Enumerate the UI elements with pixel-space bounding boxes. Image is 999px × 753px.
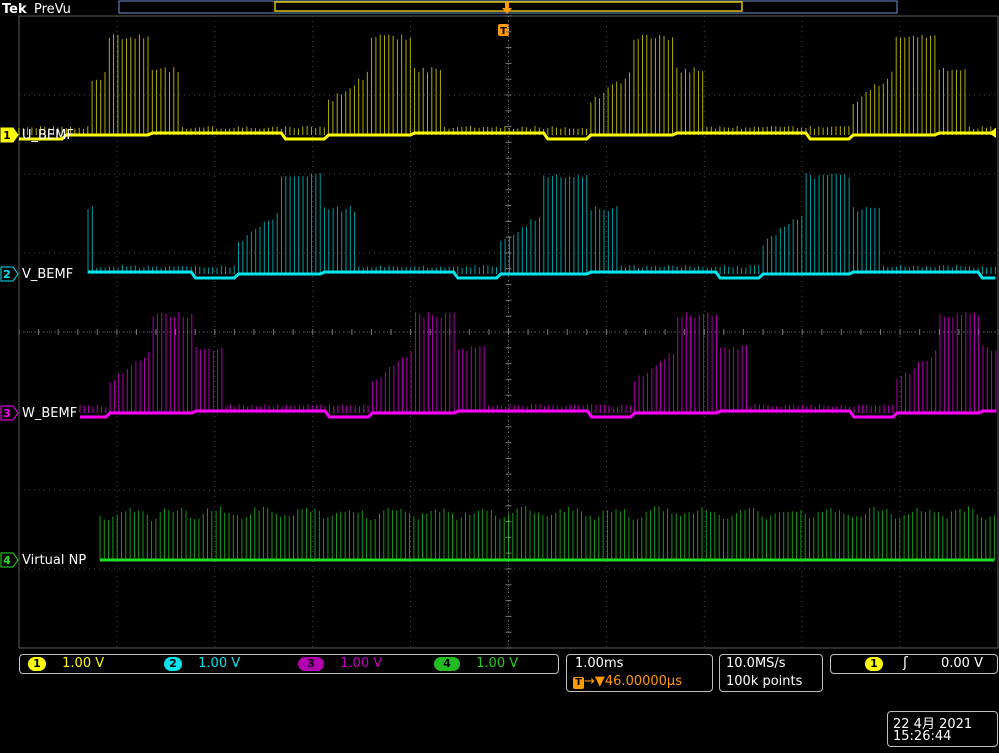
ch3-label[interactable]: 3 W_BEMF: [0, 405, 77, 421]
trigger-panel[interactable]: 1 ʃ 0.00 V: [830, 654, 998, 674]
ch2-badge: 2: [164, 656, 182, 671]
sample-rate: 10.0MS/s: [726, 656, 786, 671]
time-display: 15:26:44: [893, 729, 952, 744]
waveform-display: Tek PreVu T 1 U_BEMF2 V_BEMF3 W_BEMF4 Virtua…: [0, 0, 999, 649]
pwm-spikes: [18, 34, 996, 135]
ch4-marker-number: 4: [3, 554, 11, 567]
ch4-scale[interactable]: 4 1.00 V: [434, 656, 518, 671]
ch2-scale-value: 1.00 V: [198, 656, 241, 671]
trace-virtual-np: [99, 506, 995, 562]
ch1-name: U_BEMF: [22, 128, 74, 143]
oscilloscope-screen: Tek PreVu T 1 U_BEMF 2 V_BEMF 3 W_BEMF 4 Virtua…: [0, 0, 999, 749]
timebase-scale: 1.00ms: [575, 656, 624, 671]
ch4-label[interactable]: 4 Virtual NP: [0, 552, 86, 568]
ch4-badge: 4: [434, 656, 460, 671]
trigger-source: 1: [865, 656, 883, 671]
ch2-scale[interactable]: 2 1.00 V: [164, 656, 240, 671]
ch1-scale-value: 1.00 V: [62, 656, 105, 671]
trigger-source-badge: 1: [865, 656, 883, 671]
ch3-marker-number: 3: [3, 407, 11, 420]
acquisition-mode: PreVu: [34, 2, 71, 17]
trace-w_bemf: [79, 312, 997, 419]
pwm-spikes: [87, 173, 996, 274]
pwm-spikes: [99, 506, 995, 560]
ch1-marker-number: 1: [3, 129, 11, 142]
ch1-badge: 1: [28, 656, 46, 671]
acquisition-panel[interactable]: 10.0MS/s 100k points: [719, 654, 823, 692]
trace-u_bemf: [18, 34, 996, 141]
ch1-scale[interactable]: 1 1.00 V: [28, 656, 104, 671]
trigger-position-arrow[interactable]: [502, 2, 512, 14]
trigger-position-value: 46.00000µs: [604, 674, 682, 689]
record-length: 100k points: [726, 674, 803, 689]
trigger-level: 0.00 V: [941, 656, 983, 671]
horizontal-timebase-panel[interactable]: 1.00ms T →▼46.00000µs: [566, 654, 713, 692]
pwm-spikes: [79, 312, 997, 413]
ch1-label[interactable]: 1 U_BEMF: [0, 127, 74, 143]
ch3-scale[interactable]: 3 1.00 V: [298, 656, 382, 671]
trigger-slope-icon: ʃ: [903, 655, 908, 671]
ch4-scale-value: 1.00 V: [476, 656, 519, 671]
vertical-scale-panel[interactable]: 1 1.00 V 2 1.00 V 3 1.00 V 4 1.00 V: [19, 654, 559, 674]
ch2-name: V_BEMF: [22, 267, 73, 282]
trigger-level-marker[interactable]: [989, 128, 996, 138]
ch4-name: Virtual NP: [22, 553, 86, 568]
trigger-position-icon: T: [573, 677, 584, 689]
ch2-marker-number: 2: [3, 268, 11, 281]
trace-v_bemf: [87, 173, 996, 280]
trace-baseline: [88, 270, 996, 280]
ch3-name: W_BEMF: [22, 406, 77, 421]
channel-labels: 1 U_BEMF 2 V_BEMF 3 W_BEMF 4 Virtual NP: [0, 127, 996, 568]
brand-logo: Tek: [2, 2, 27, 17]
traces: [18, 34, 997, 562]
datetime-panel: 22 4月 2021 15:26:44: [887, 711, 998, 747]
trigger-position-readout: T →▼46.00000µs: [573, 674, 682, 689]
ch3-scale-value: 1.00 V: [340, 656, 383, 671]
ch3-badge: 3: [298, 656, 324, 671]
ch2-label[interactable]: 2 V_BEMF: [0, 266, 73, 282]
